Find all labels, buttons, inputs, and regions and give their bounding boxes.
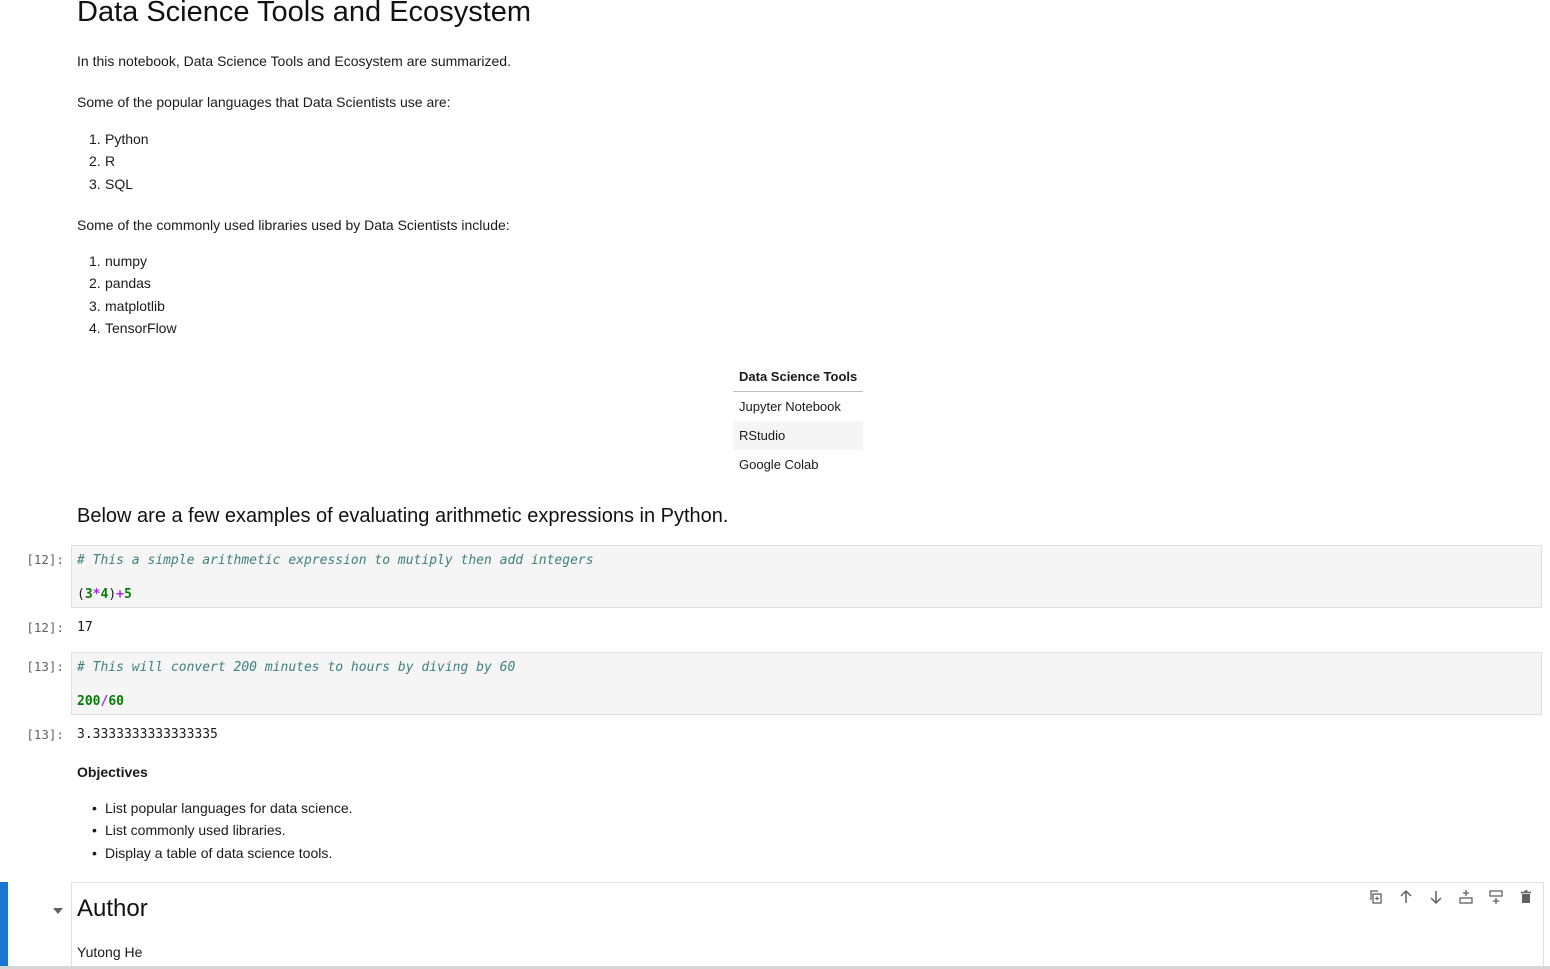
libraries-list: 1. numpy 2. pandas 3. matplotlib 4. TensorFl…	[89, 250, 177, 340]
objectives-heading: Objectives	[77, 764, 148, 780]
delete-icon[interactable]	[1514, 887, 1538, 907]
move-down-icon[interactable]	[1424, 887, 1448, 907]
list-item: • Display a table of data science tools.	[92, 844, 333, 861]
table-row: Google Colab	[733, 450, 863, 479]
output-prompt: [13]:	[26, 727, 64, 742]
list-item: 3. SQL	[89, 175, 134, 192]
code-cell-input[interactable]: # This a simple arithmetic expression to…	[71, 545, 1542, 608]
code-line: (3*4)+5	[77, 587, 132, 602]
list-item: • List popular languages for data science…	[92, 800, 353, 816]
cell-output: 3.3333333333333335	[77, 727, 218, 742]
list-item: • List commonly used libraries.	[92, 822, 286, 839]
tools-table: Data Science Tools Jupyter Notebook RStu…	[733, 362, 864, 479]
table-row: Jupyter Notebook	[733, 392, 863, 422]
libraries-heading: Some of the commonly used libraries used…	[77, 217, 510, 233]
table-cell: Google Colab	[739, 457, 819, 472]
objectives-list: • List popular languages for data science…	[89, 797, 353, 864]
list-item: 2. pandas	[89, 275, 151, 292]
table-cell: Jupyter Notebook	[739, 399, 841, 414]
code-comment: # This will convert 200 minutes to hours…	[77, 660, 516, 675]
table-cell: RStudio	[733, 421, 864, 450]
code-line: 200/60	[77, 694, 124, 709]
languages-heading: Some of the popular languages that Data …	[77, 94, 451, 110]
move-up-icon[interactable]	[1394, 887, 1418, 907]
intro-text: In this notebook, Data Science Tools and…	[77, 53, 511, 69]
cell-output: 17	[77, 620, 93, 635]
input-prompt: [12]:	[26, 552, 64, 567]
list-item: 1. numpy	[89, 253, 148, 269]
notebook-title: Data Science Tools and Ecosystem	[77, 0, 532, 28]
author-name: Yutong He	[77, 944, 143, 960]
table-header: Data Science Tools	[733, 362, 864, 392]
collapse-caret-icon[interactable]	[52, 903, 64, 921]
code-cell-input[interactable]: # This will convert 200 minutes to hours…	[71, 652, 1542, 715]
cell-toolbar	[1364, 887, 1544, 907]
table-row: RStudio	[733, 421, 864, 450]
code-comment: # This a simple arithmetic expression to…	[77, 553, 594, 568]
list-item: 2. R	[89, 153, 116, 170]
languages-list: 1. Python 2. R 3. SQL	[89, 128, 149, 195]
arithmetic-heading: Below are a few examples of evaluating a…	[77, 505, 729, 527]
list-item: 1. Python	[89, 131, 149, 147]
list-item: 4. TensorFlow	[89, 320, 177, 337]
active-cell-indicator[interactable]	[0, 882, 8, 969]
input-prompt: [13]:	[26, 659, 64, 674]
list-item: 3. matplotlib	[89, 297, 165, 314]
author-markdown-cell[interactable]	[71, 882, 1544, 969]
output-prompt: [12]:	[26, 620, 64, 635]
author-heading: Author	[77, 895, 148, 922]
duplicate-icon[interactable]	[1364, 887, 1388, 907]
insert-above-icon[interactable]	[1454, 887, 1478, 907]
insert-below-icon[interactable]	[1484, 887, 1508, 907]
